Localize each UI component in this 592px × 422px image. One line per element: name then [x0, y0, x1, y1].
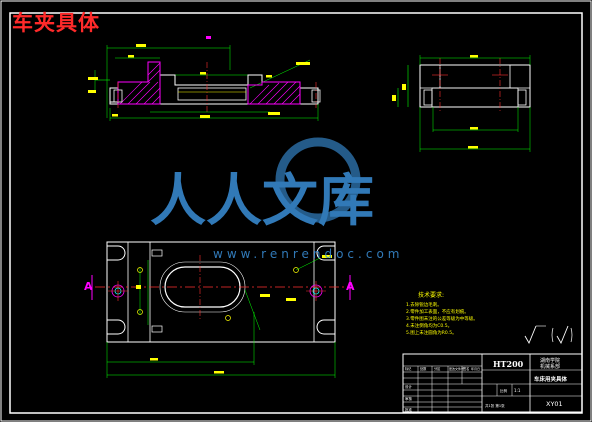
scale-value: 1:1	[514, 388, 521, 393]
title-block-cell: 分区	[434, 366, 441, 371]
section-mark-right: A	[346, 280, 355, 293]
tech-requirement-line: 3.零件图未注的公差等级为中等级。	[406, 315, 478, 322]
title-block-cell: 处数	[420, 366, 427, 371]
front-section-view	[88, 36, 321, 121]
title-block-cell: 标记	[405, 366, 412, 371]
tech-requirement-line: 4.未注倒角均为C0.5。	[406, 322, 452, 329]
roughness-symbol	[524, 325, 573, 345]
title-block-cell: 更改文件号	[449, 366, 464, 371]
drawing-name: 车床用夹具体	[534, 375, 568, 383]
plan-view	[91, 241, 351, 378]
tech-requirement-line: 1.去除锐边毛刺。	[406, 301, 442, 308]
designer-label: 设计	[405, 384, 413, 389]
sheet-count: 共1张 第1张	[485, 403, 505, 408]
tech-requirements: 技术要求: 1.去除锐边毛刺。 2.零件加工表面，不应有划痕。 3.零件图未注的…	[406, 291, 478, 336]
tech-requirement-line: 5.图上未注圆角为R0.5。	[406, 329, 457, 336]
title-block-cell: 年月日	[471, 366, 480, 371]
watermark-text: 人人文库	[150, 169, 374, 234]
approver-label: 批准	[405, 407, 413, 412]
watermark-url: www.renrendoc.com	[213, 247, 403, 261]
cad-drawing-sheet: 人人文库 www.renrendoc.com A A 技术要求: 1.去除锐边毛…	[0, 0, 592, 422]
tech-requirement-line: 2.零件加工表面，不应有划痕。	[406, 308, 469, 315]
section-mark-left: A	[84, 280, 93, 293]
title-block-text: HT200 湖南学院 机械系部 车床用夹具体 XY01 比例 1:1 共1张 第…	[405, 357, 568, 412]
scale-label: 比例	[500, 388, 508, 393]
tech-requirements-title: 技术要求:	[418, 291, 444, 299]
title-block-cell: 签名	[463, 366, 469, 371]
page-title: 车夹具体	[12, 10, 100, 35]
side-view	[392, 55, 531, 152]
watermark: 人人文库 www.renrendoc.com	[150, 137, 403, 261]
school-name: 湖南学院	[540, 357, 560, 364]
department-name: 机械系部	[540, 363, 560, 370]
cad-drawing: 人人文库 www.renrendoc.com A A 技术要求: 1.去除锐边毛…	[0, 0, 592, 422]
drawing-code: XY01	[546, 400, 563, 408]
checker-label: 审核	[405, 396, 413, 401]
material-label: HT200	[493, 359, 524, 369]
